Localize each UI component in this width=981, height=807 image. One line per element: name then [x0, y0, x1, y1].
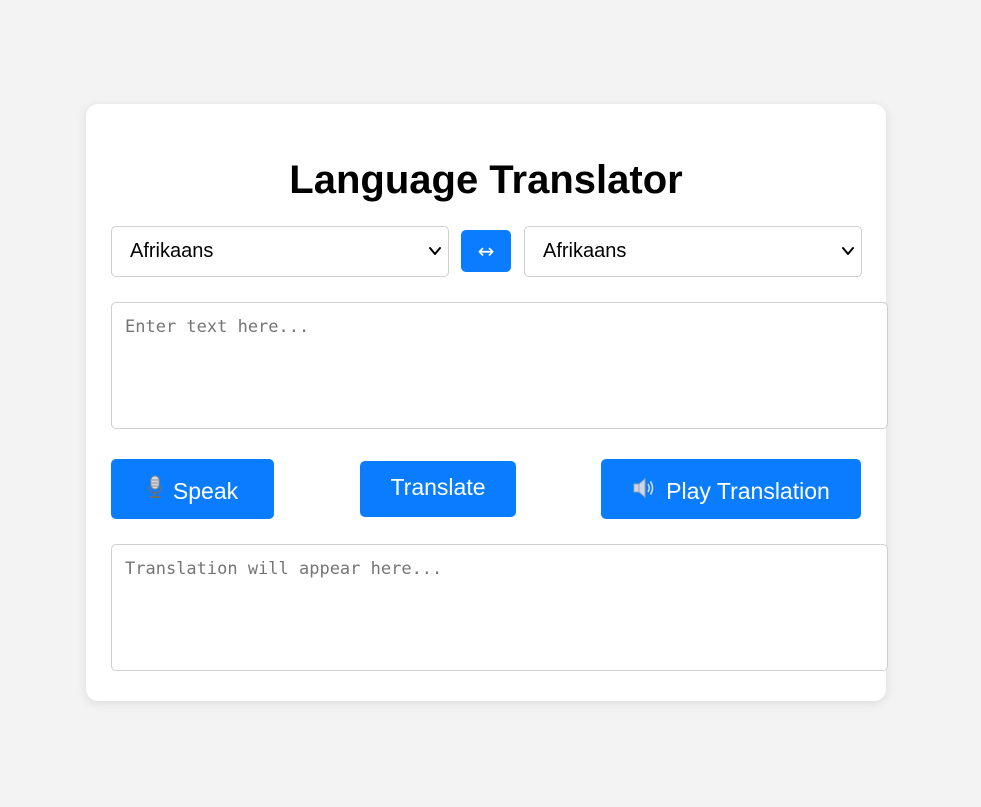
source-text-input[interactable]: Enter text here...: [111, 302, 888, 429]
chevron-down-icon: [842, 247, 854, 255]
chevron-down-icon: [429, 247, 441, 255]
translate-button[interactable]: Translate: [360, 461, 516, 517]
source-text-placeholder: Enter text here...: [125, 317, 310, 337]
speak-button-label: Speak: [172, 477, 239, 504]
target-language-value: Afrikaans: [543, 240, 627, 262]
translation-output-placeholder: Translation will appear here...: [125, 559, 443, 579]
target-language-select[interactable]: Afrikaans: [524, 226, 862, 277]
microphone-icon: [147, 461, 163, 521]
speaker-icon: [632, 461, 656, 521]
play-translation-button[interactable]: Play Translation: [601, 459, 861, 519]
source-language-select[interactable]: Afrikaans: [111, 226, 449, 277]
swap-languages-button[interactable]: ↔: [461, 230, 511, 272]
translation-output[interactable]: Translation will appear here...: [111, 544, 888, 671]
source-language-value: Afrikaans: [130, 240, 214, 262]
play-translation-label: Play Translation: [666, 477, 830, 504]
speak-button[interactable]: Speak: [111, 459, 274, 519]
page-title: Language Translator: [289, 158, 683, 202]
translator-card: Language Translator Afrikaans ↔ Afrikaan…: [86, 104, 888, 701]
